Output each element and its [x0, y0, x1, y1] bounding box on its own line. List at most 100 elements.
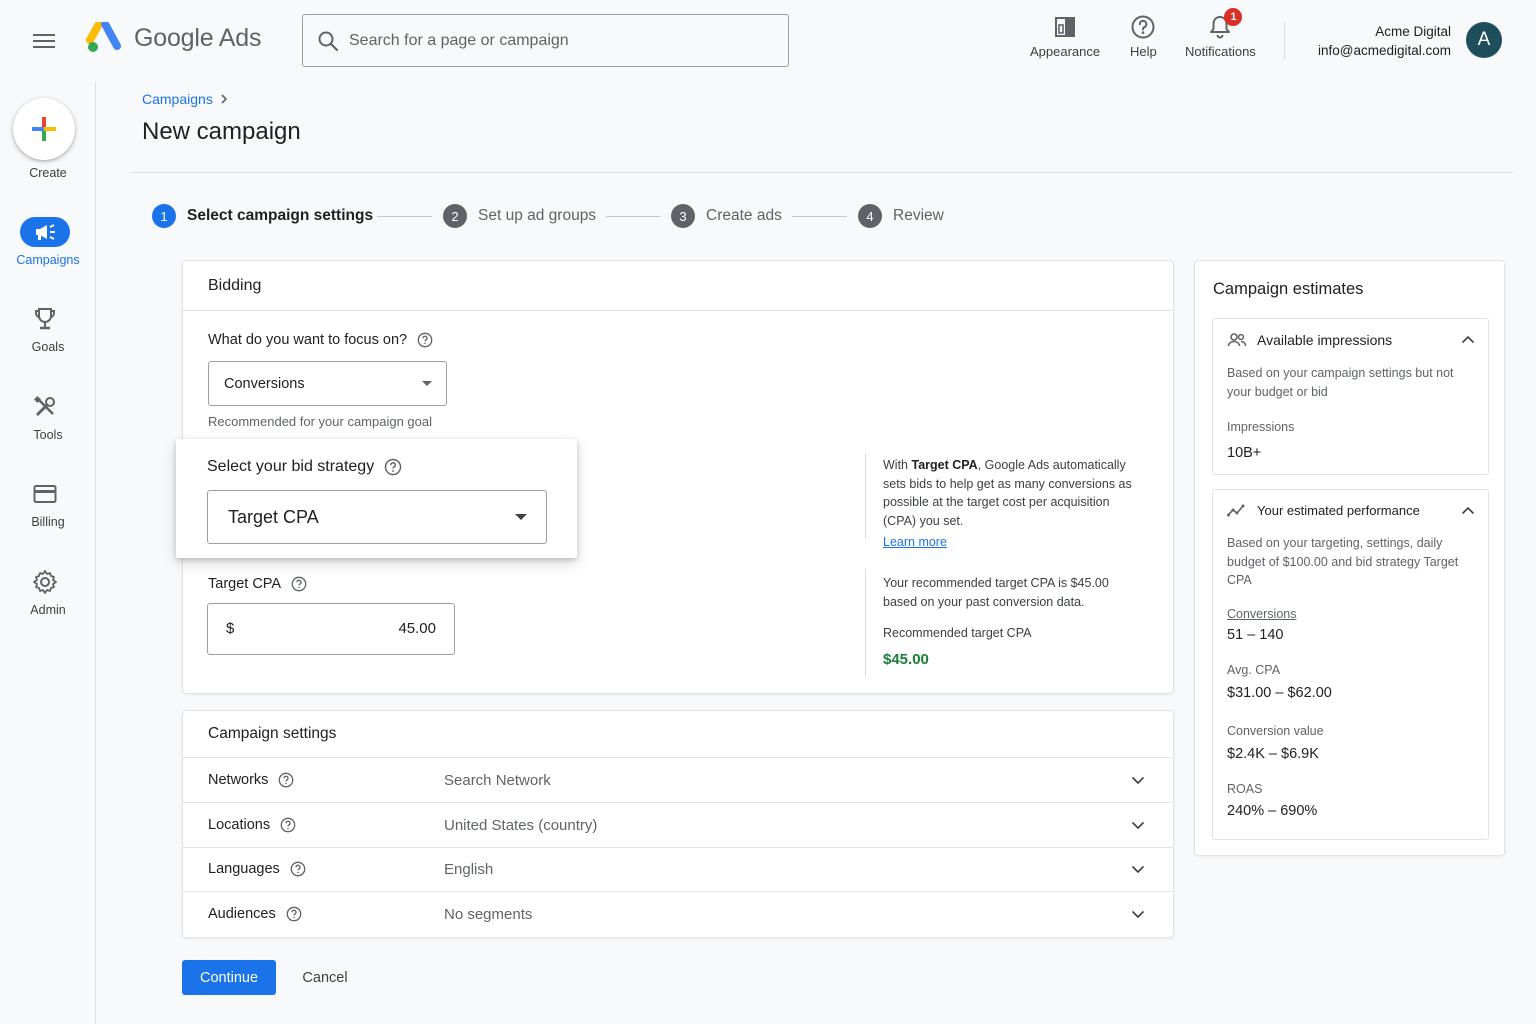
campaign-settings-card: Campaign settings Networks Search Networ…: [182, 710, 1174, 938]
credit-card-icon: [33, 485, 57, 503]
performance-panel: Your estimated performance Based on your…: [1212, 489, 1489, 840]
people-icon: [1227, 333, 1247, 347]
target-cpa-info: With Target CPA, Google Ads automaticall…: [883, 456, 1145, 530]
help-icon: [1131, 15, 1155, 39]
tools-icon: [33, 395, 55, 417]
currency-symbol: $: [226, 620, 235, 637]
help-icon[interactable]: [280, 817, 296, 833]
google-ads-logo[interactable]: Google Ads: [86, 22, 261, 54]
settings-row-audiences[interactable]: Audiences No segments: [183, 892, 1175, 936]
campaign-estimates-card: Campaign estimates Available impressions…: [1194, 260, 1505, 856]
roas-label: ROAS: [1227, 782, 1263, 796]
chevron-up-icon[interactable]: [1461, 506, 1475, 515]
conversions-label[interactable]: Conversions: [1227, 607, 1296, 621]
divider: [1284, 22, 1285, 60]
row-value: United States (country): [444, 816, 598, 834]
dropdown-arrow-icon: [422, 380, 432, 386]
step-label: Create ads: [706, 207, 782, 224]
nav-label-tools: Tools: [33, 428, 63, 442]
step-review[interactable]: 4 Review: [858, 203, 944, 229]
chevron-up-icon[interactable]: [1461, 335, 1475, 344]
notification-badge: 1: [1224, 8, 1243, 26]
nav-item-tools[interactable]: Tools: [0, 392, 96, 462]
row-value: Search Network: [444, 771, 551, 789]
help-icon[interactable]: [384, 458, 402, 476]
avatar[interactable]: A: [1466, 22, 1502, 58]
search-box[interactable]: [302, 14, 789, 67]
step-set-up-ad-groups[interactable]: 2 Set up ad groups: [443, 203, 596, 229]
recommend-text: Your recommended target CPA is $45.00 ba…: [883, 576, 1109, 609]
appearance-button[interactable]: Appearance: [1030, 10, 1100, 59]
step-number: 1: [152, 204, 176, 228]
create-label: Create: [29, 166, 67, 180]
step-number: 2: [443, 204, 467, 228]
step-create-ads[interactable]: 3 Create ads: [671, 203, 782, 229]
chevron-down-icon[interactable]: [1131, 776, 1145, 785]
notifications-button[interactable]: 1 Notifications: [1185, 8, 1256, 59]
trophy-icon: [35, 308, 55, 330]
help-button[interactable]: Help: [1130, 10, 1157, 59]
bid-strategy-select[interactable]: Target CPA: [207, 490, 547, 544]
step-connector: [377, 216, 432, 217]
appearance-label: Appearance: [1030, 44, 1101, 59]
nav-item-billing[interactable]: Billing: [0, 479, 96, 549]
chevron-down-icon[interactable]: [1131, 910, 1145, 919]
help-icon[interactable]: [290, 861, 306, 877]
bid-strategy-label: Select your bid strategy: [207, 458, 402, 476]
performance-header[interactable]: Your estimated performance: [1227, 503, 1420, 518]
step-select-campaign-settings[interactable]: 1 Select campaign settings: [152, 203, 373, 229]
page-title: New campaign: [142, 118, 301, 145]
row-name: Languages: [208, 861, 280, 877]
bid-strategy-value: Target CPA: [228, 506, 319, 527]
row-name: Locations: [208, 817, 271, 833]
trend-icon: [1227, 504, 1245, 516]
help-icon[interactable]: [417, 332, 433, 348]
nav-label-admin: Admin: [30, 603, 66, 617]
nav-item-admin[interactable]: Admin: [0, 567, 96, 637]
chevron-down-icon[interactable]: [1131, 865, 1145, 874]
target-cpa-input[interactable]: $ 45.00: [207, 603, 455, 655]
nav-item-goals[interactable]: Goals: [0, 304, 96, 374]
title-divider: [131, 172, 1513, 173]
step-label: Set up ad groups: [478, 207, 597, 224]
row-name: Networks: [208, 772, 269, 788]
help-icon[interactable]: [286, 906, 302, 922]
continue-button[interactable]: Continue: [182, 960, 276, 995]
step-label: Review: [893, 207, 944, 224]
impressions-title: Available impressions: [1257, 332, 1393, 348]
create-button[interactable]: [13, 98, 75, 160]
chevron-right-icon: [221, 94, 227, 104]
info-bold: Target CPA: [911, 458, 978, 472]
conversion-value-label: Conversion value: [1227, 724, 1324, 738]
impressions-header[interactable]: Available impressions: [1227, 332, 1392, 348]
campaign-settings-title: Campaign settings: [208, 725, 337, 742]
performance-desc: Based on your targeting, settings, daily…: [1227, 536, 1459, 587]
notifications-label: Notifications: [1185, 44, 1256, 59]
conversions-value: 51 – 140: [1227, 627, 1284, 643]
cancel-button[interactable]: Cancel: [290, 960, 360, 995]
breadcrumb-campaigns-link[interactable]: Campaigns: [142, 91, 213, 107]
recommended-value: $45.00: [883, 651, 929, 668]
help-icon[interactable]: [278, 772, 294, 788]
search-input[interactable]: [349, 31, 749, 50]
help-icon[interactable]: [291, 576, 307, 592]
performance-title: Your estimated performance: [1257, 503, 1420, 518]
plus-icon: [32, 117, 56, 141]
target-cpa-label: Target CPA: [208, 576, 307, 592]
settings-row-locations[interactable]: Locations United States (country): [183, 803, 1175, 847]
focus-hint: Recommended for your campaign goal: [208, 414, 433, 429]
bid-strategy-popover: Select your bid strategy Target CPA: [176, 439, 577, 558]
focus-question-text: What do you want to focus on?: [208, 332, 408, 348]
conversion-value-value: $2.4K – $6.9K: [1227, 746, 1319, 762]
megaphone-icon: [36, 224, 55, 240]
menu-button[interactable]: [26, 24, 62, 58]
nav-item-campaigns[interactable]: Campaigns: [0, 217, 96, 287]
learn-more-link[interactable]: Learn more: [883, 533, 947, 552]
help-label: Help: [1130, 44, 1157, 59]
step-number: 4: [858, 204, 882, 228]
account-info[interactable]: Acme Digital info@acmedigital.com: [1318, 22, 1451, 60]
focus-select[interactable]: Conversions: [208, 361, 447, 406]
settings-row-networks[interactable]: Networks Search Network: [183, 758, 1175, 802]
settings-row-languages[interactable]: Languages English: [183, 847, 1175, 891]
chevron-down-icon[interactable]: [1131, 821, 1145, 830]
